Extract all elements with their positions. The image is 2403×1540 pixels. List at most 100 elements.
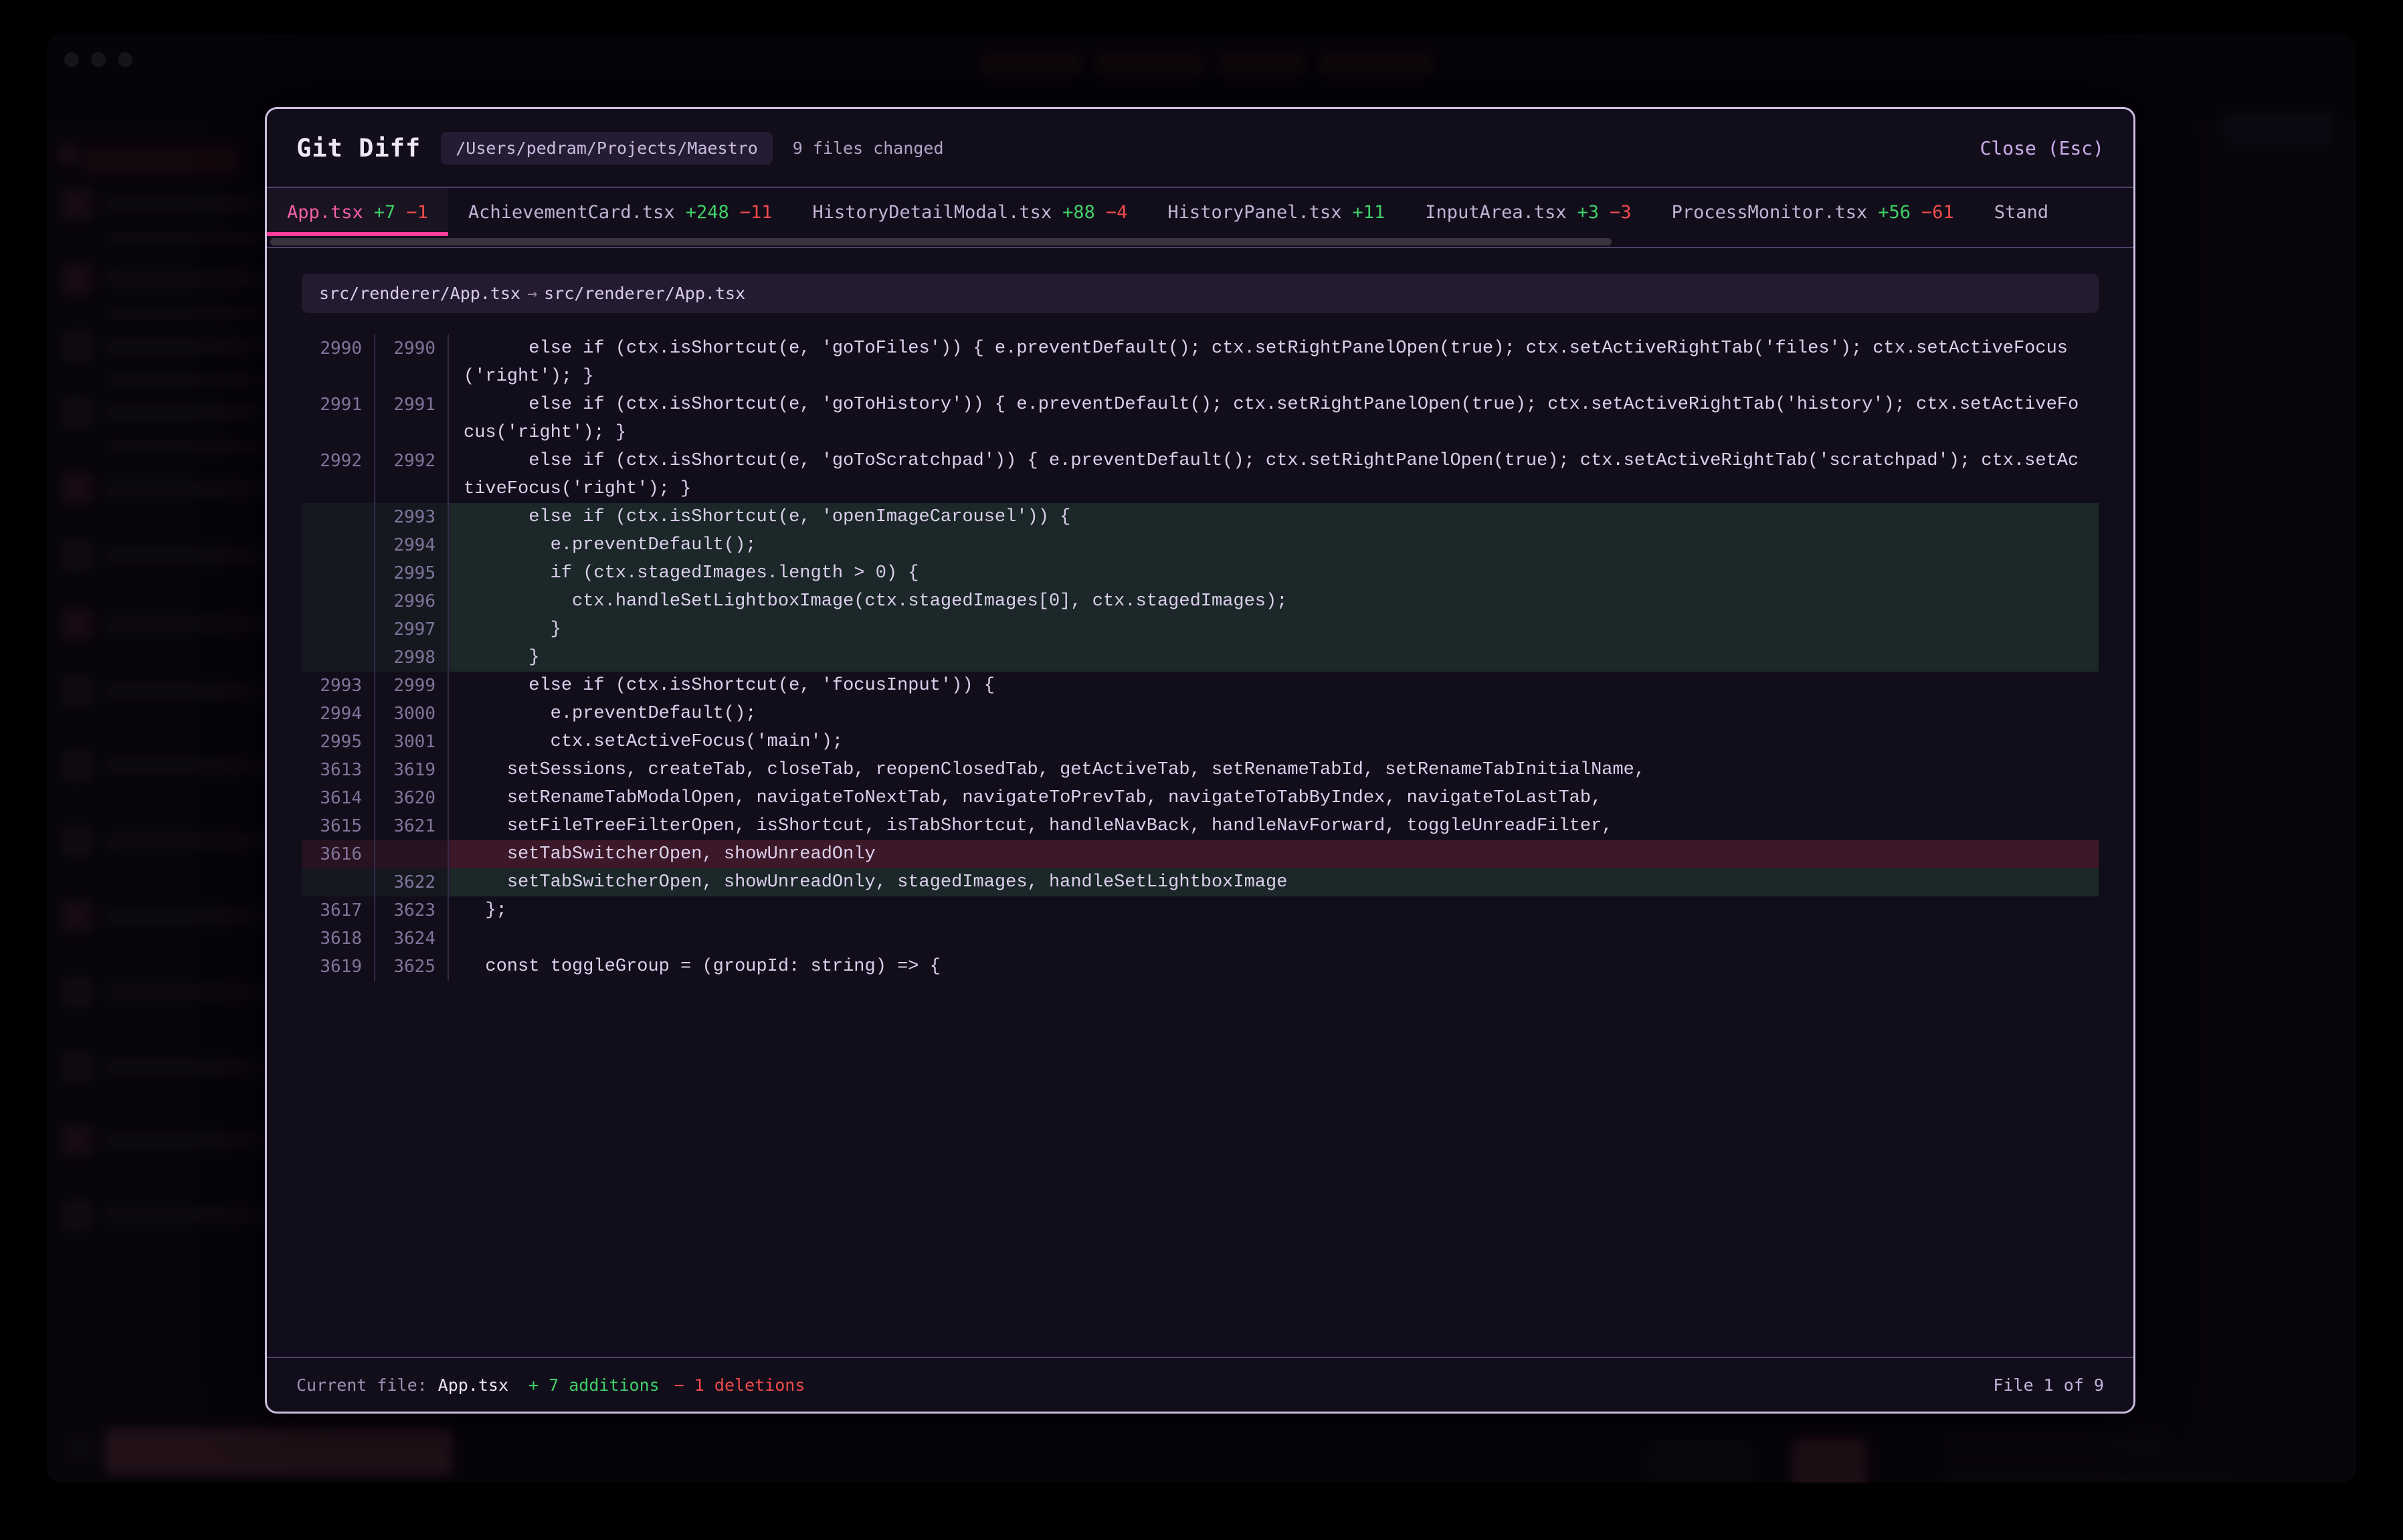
new-line-number: 2998 [375,644,449,672]
modal-header: Git Diff /Users/pedram/Projects/Maestro … [267,109,2133,188]
code-line: else if (ctx.isShortcut(e, 'goToScratchp… [449,447,2099,503]
old-line-number [302,587,375,615]
code-line: setSessions, createTab, closeTab, reopen… [449,756,2099,784]
code-line: e.preventDefault(); [449,531,2099,559]
diff-row: 2993 else if (ctx.isShortcut(e, 'openIma… [302,503,2099,531]
old-line-number: 3615 [302,812,375,840]
diff-row: 2995 3001 ctx.setActiveFocus('main'); [302,728,2099,756]
diff-table: 2990 2990 else if (ctx.isShortcut(e, 'go… [302,334,2099,981]
file-tabbar: App.tsx +7 −1 AchievementCard.tsx +248 −… [267,188,2133,248]
diff-row: 3622 setTabSwitcherOpen, showUnreadOnly,… [302,868,2099,896]
diff-file-tab[interactable]: Stand [1974,188,2069,236]
diff-file-tab[interactable]: App.tsx +7 −1 [267,188,448,236]
tab-file-name: InputArea.tsx [1425,202,1566,223]
code-line: }; [449,896,2099,925]
code-line: ctx.handleSetLightboxImage(ctx.stagedIma… [449,587,2099,615]
new-line-number: 2999 [375,672,449,700]
diff-file-tab[interactable]: AchievementCard.tsx +248 −11 [448,188,793,236]
close-button[interactable]: Close (Esc) [1980,137,2104,159]
arrow-right-icon: → [520,284,544,303]
file-path-header: src/renderer/App.tsx→src/renderer/App.ts… [302,274,2099,313]
new-line-number: 3000 [375,700,449,728]
tab-additions: +88 [1062,202,1095,223]
new-line-number: 2993 [375,503,449,531]
tab-file-name: HistoryDetailModal.tsx [813,202,1052,223]
diff-row: 2991 2991 else if (ctx.isShortcut(e, 'go… [302,391,2099,447]
old-line-number: 2991 [302,391,375,447]
diff-file-tab[interactable]: HistoryPanel.tsx +11 [1147,188,1405,236]
diff-row: 2993 2999 else if (ctx.isShortcut(e, 'fo… [302,672,2099,700]
new-line-number: 3623 [375,896,449,925]
tab-additions: +11 [1353,202,1385,223]
tab-deletions: −1 [406,202,428,223]
code-line: ctx.setActiveFocus('main'); [449,728,2099,756]
diff-row: 2990 2990 else if (ctx.isShortcut(e, 'go… [302,334,2099,391]
new-line-number: 3001 [375,728,449,756]
modal-title: Git Diff [296,134,421,163]
diff-file-tab[interactable]: HistoryDetailModal.tsx +88 −4 [793,188,1148,236]
modal-footer: Current file: App.tsx + 7 additions − 1 … [267,1357,2133,1412]
new-line-number: 2995 [375,559,449,587]
new-line-number: 3621 [375,812,449,840]
diff-row: 2995 if (ctx.stagedImages.length > 0) { [302,559,2099,587]
screen: Git Diff /Users/pedram/Projects/Maestro … [0,0,2403,1540]
tab-deletions: −11 [740,202,773,223]
tab-deletions: −3 [1610,202,1632,223]
old-line-number: 2993 [302,672,375,700]
tab-file-name: AchievementCard.tsx [468,202,675,223]
tab-file-name: ProcessMonitor.tsx [1672,202,1868,223]
code-line: else if (ctx.isShortcut(e, 'goToFiles'))… [449,334,2099,391]
new-line-number: 3625 [375,953,449,981]
old-line-number [302,615,375,644]
old-line-number: 3619 [302,953,375,981]
files-changed-count: 9 files changed [793,138,944,158]
diff-row: 2994 e.preventDefault(); [302,531,2099,559]
footer-deletions: − 1 deletions [674,1375,805,1395]
old-line-number [302,559,375,587]
file-page-indicator: File 1 of 9 [1993,1375,2104,1395]
code-line: const toggleGroup = (groupId: string) =>… [449,953,2099,981]
diff-row: 3615 3621 setFileTreeFilterOpen, isShort… [302,812,2099,840]
diff-row: 3614 3620 setRenameTabModalOpen, navigat… [302,784,2099,812]
diff-content: src/renderer/App.tsx→src/renderer/App.ts… [267,248,2133,1357]
old-line-number: 2990 [302,334,375,391]
diff-row: 2992 2992 else if (ctx.isShortcut(e, 'go… [302,447,2099,503]
code-line: setFileTreeFilterOpen, isShortcut, isTab… [449,812,2099,840]
code-line: setRenameTabModalOpen, navigateToNextTab… [449,784,2099,812]
diff-file-tab[interactable]: InputArea.tsx +3 −3 [1405,188,1651,236]
new-line-number: 3624 [375,925,449,953]
code-line: else if (ctx.isShortcut(e, 'goToHistory'… [449,391,2099,447]
new-line-number: 2997 [375,615,449,644]
old-line-number [302,644,375,672]
diff-row: 3613 3619 setSessions, createTab, closeT… [302,756,2099,784]
diff-row: 3618 3624 [302,925,2099,953]
old-line-number: 2994 [302,700,375,728]
diff-row: 3616 setTabSwitcherOpen, showUnreadOnly [302,840,2099,868]
old-line-number [302,531,375,559]
new-line-number: 3620 [375,784,449,812]
file-path-from: src/renderer/App.tsx [319,284,520,303]
diff-row: 2997 } [302,615,2099,644]
old-line-number: 3613 [302,756,375,784]
old-line-number: 2992 [302,447,375,503]
file-path-to: src/renderer/App.tsx [544,284,745,303]
tab-additions: +248 [686,202,729,223]
code-line: setTabSwitcherOpen, showUnreadOnly [449,840,2099,868]
tab-additions: +7 [374,202,396,223]
old-line-number: 2995 [302,728,375,756]
old-line-number: 3618 [302,925,375,953]
code-line: setTabSwitcherOpen, showUnreadOnly, stag… [449,868,2099,896]
diff-row: 2998 } [302,644,2099,672]
tab-deletions: −61 [1921,202,1954,223]
old-line-number: 3617 [302,896,375,925]
tab-file-name: HistoryPanel.tsx [1167,202,1341,223]
tabbar-scrollbar-thumb[interactable] [270,238,1612,246]
diff-row: 2994 3000 e.preventDefault(); [302,700,2099,728]
old-line-number: 3616 [302,840,375,868]
diff-row: 2996 ctx.handleSetLightboxImage(ctx.stag… [302,587,2099,615]
new-line-number: 2992 [375,447,449,503]
current-file-name: App.tsx [438,1375,508,1395]
diff-file-tab[interactable]: ProcessMonitor.tsx +56 −61 [1652,188,1974,236]
current-file-label: Current file: [296,1375,427,1395]
code-line [449,925,2099,953]
